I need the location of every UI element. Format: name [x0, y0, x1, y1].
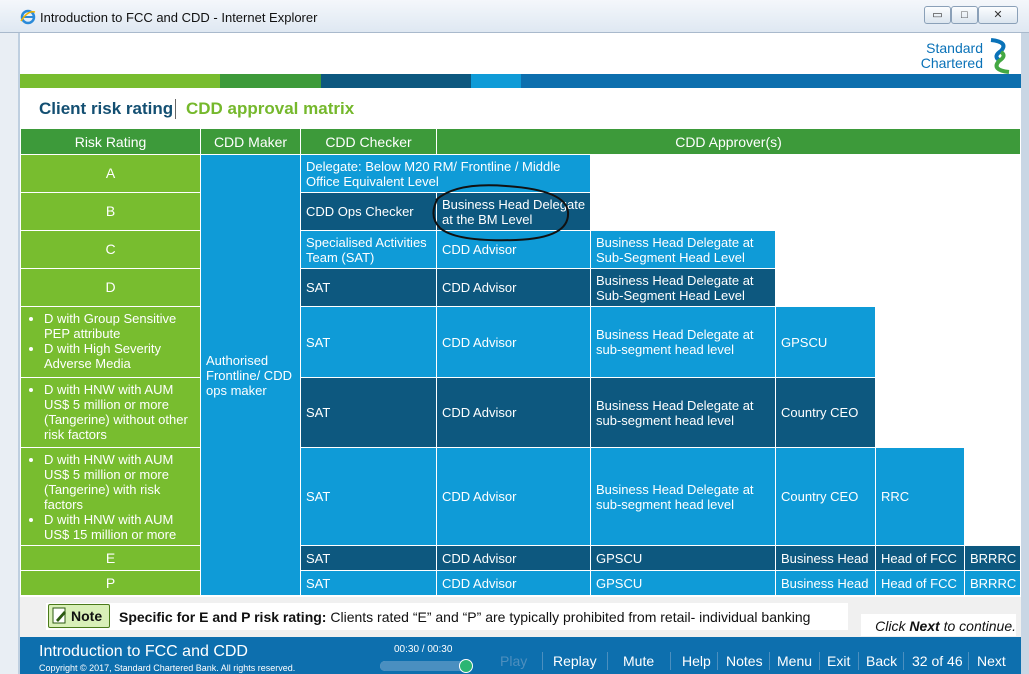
rating-d-hnw-5m: D with HNW with AUM US$ 5 million or mor… [20, 377, 201, 448]
note-body: Clients rated “E” and “P” are typically … [326, 609, 811, 625]
note-label: Note [71, 608, 103, 624]
row-e-checker: SAT [300, 545, 437, 571]
row-p-approver-2: GPSCU [590, 570, 776, 596]
nav-divider [542, 652, 543, 670]
row-c-approver-2: Business Head Delegate at Sub-Segment He… [590, 230, 776, 269]
note-text: Specific for E and P risk rating: Client… [119, 609, 810, 625]
row-c-checker: Specialised Activities Team (SAT) [300, 230, 437, 269]
course-title: Introduction to FCC and CDD [39, 643, 248, 660]
row-pep-approver-3: GPSCU [775, 306, 876, 378]
list-item: D with HNW with AUM US$ 15 million or mo… [44, 512, 196, 542]
notes-button[interactable]: Notes [726, 653, 763, 669]
progress-handle[interactable] [459, 659, 473, 673]
row-p-checker: SAT [300, 570, 437, 596]
row-p-approver-3: Business Head [775, 570, 876, 596]
window-title: Introduction to FCC and CDD - Internet E… [40, 10, 318, 25]
row-hnwr-approver-2: Business Head Delegate at sub-segment he… [590, 447, 776, 546]
annotation-circle [432, 184, 570, 242]
continue-pre: Click [875, 618, 910, 634]
row-e-approver-3: Business Head [775, 545, 876, 571]
maximize-button[interactable]: □ [951, 6, 978, 24]
brand-line-2: Chartered [920, 55, 983, 71]
minimize-button[interactable]: ▭ [924, 6, 951, 24]
row-e-approver-5: BRRRC [964, 545, 1021, 571]
title-separator [175, 99, 176, 119]
background-window-edge [0, 30, 18, 674]
nav-divider [819, 652, 820, 670]
page-subtitle: CDD approval matrix [186, 99, 355, 118]
window-right-border [1021, 33, 1029, 674]
rating-a: A [20, 154, 201, 193]
row-e-approver-2: GPSCU [590, 545, 776, 571]
row-pep-approver-1: CDD Advisor [436, 306, 591, 378]
header-cdd-maker: CDD Maker [200, 128, 301, 155]
rating-e: E [20, 545, 201, 571]
rating-d: D [20, 268, 201, 307]
exit-button[interactable]: Exit [827, 653, 850, 669]
nav-divider [858, 652, 859, 670]
nav-divider [769, 652, 770, 670]
nav-divider [903, 652, 904, 670]
continue-post: to continue. [939, 618, 1016, 634]
list-item: D with High Severity Adverse Media [44, 341, 196, 371]
row-d-checker: SAT [300, 268, 437, 307]
header-cdd-approvers: CDD Approver(s) [436, 128, 1021, 155]
list-item: D with HNW with AUM US$ 5 million or mor… [44, 452, 196, 512]
replay-button[interactable]: Replay [553, 653, 597, 669]
continue-bold: Next [909, 618, 940, 634]
row-hnw-approver-2: Business Head Delegate at sub-segment he… [590, 377, 776, 448]
back-button[interactable]: Back [866, 653, 897, 669]
internet-explorer-icon [20, 9, 36, 25]
row-hnw-approver-3: Country CEO [775, 377, 876, 448]
color-band [20, 74, 1021, 88]
row-p-approver-1: CDD Advisor [436, 570, 591, 596]
row-b-checker: CDD Ops Checker [300, 192, 437, 231]
brand-line-1: Standard [926, 40, 983, 56]
rating-d-group-sensitive: D with Group Sensitive PEP attribute D w… [20, 306, 201, 378]
rating-p: P [20, 570, 201, 596]
help-button[interactable]: Help [682, 653, 711, 669]
nav-divider [717, 652, 718, 670]
close-button[interactable]: ✕ [978, 6, 1018, 24]
note-pencil-icon [52, 607, 66, 624]
row-hnwr-approver-3: Country CEO [775, 447, 876, 546]
row-e-approver-4: Head of FCC [875, 545, 965, 571]
menu-button[interactable]: Menu [777, 653, 812, 669]
nav-divider [968, 652, 969, 670]
copyright: Copyright © 2017, Standard Chartered Ban… [39, 663, 296, 673]
row-d-approver-1: CDD Advisor [436, 268, 591, 307]
rating-d-hnw-risk-factors: D with HNW with AUM US$ 5 million or mor… [20, 447, 201, 546]
note-badge: Note [48, 604, 110, 628]
list-item: D with Group Sensitive PEP attribute [44, 311, 196, 341]
brand-logo-text: Standard Chartered [895, 41, 983, 71]
row-hnw-approver-1: CDD Advisor [436, 377, 591, 448]
rating-c: C [20, 230, 201, 269]
nav-divider [670, 652, 671, 670]
header-risk-rating: Risk Rating [20, 128, 201, 155]
next-button[interactable]: Next [977, 653, 1006, 669]
standard-chartered-logo-icon [990, 38, 1010, 74]
rating-b: B [20, 192, 201, 231]
note-bold: Specific for E and P risk rating: [119, 609, 327, 625]
row-hnwr-approver-4: RRC [875, 447, 965, 546]
nav-divider [607, 652, 608, 670]
row-pep-checker: SAT [300, 306, 437, 378]
list-item: D with HNW with AUM US$ 5 million or mor… [44, 382, 196, 442]
row-e-approver-1: CDD Advisor [436, 545, 591, 571]
row-hnwr-checker: SAT [300, 447, 437, 546]
row-d-approver-2: Business Head Delegate at Sub-Segment He… [590, 268, 776, 307]
page-title: Client risk rating [39, 99, 174, 118]
header-cdd-checker: CDD Checker [300, 128, 437, 155]
mute-button[interactable]: Mute [623, 653, 654, 669]
page-counter: 32 of 46 [912, 653, 963, 669]
row-p-approver-4: Head of FCC [875, 570, 965, 596]
play-button[interactable]: Play [500, 653, 527, 669]
continue-hint: Click Next to continue. [861, 614, 1016, 636]
row-hnwr-approver-1: CDD Advisor [436, 447, 591, 546]
row-pep-approver-2: Business Head Delegate at sub-segment he… [590, 306, 776, 378]
row-hnw-checker: SAT [300, 377, 437, 448]
cdd-maker-cell: Authorised Frontline/ CDD ops maker [200, 154, 301, 596]
time-readout: 00:30 / 00:30 [394, 644, 453, 655]
row-p-approver-5: BRRRC [964, 570, 1021, 596]
